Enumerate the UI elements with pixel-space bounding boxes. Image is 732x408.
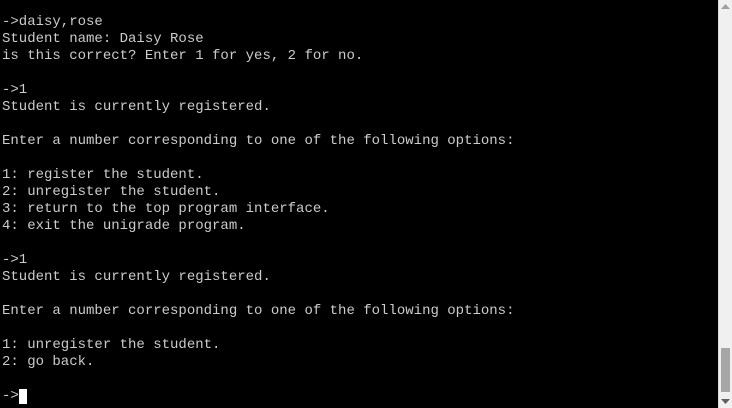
text-cursor <box>18 389 27 404</box>
scroll-down-button[interactable] <box>719 395 732 408</box>
terminal-line: ->daisy,rose <box>2 14 103 30</box>
terminal-output: ->daisy,rose Student name: Daisy Rose is… <box>2 14 714 405</box>
terminal-line: Student name: Daisy Rose <box>2 31 204 47</box>
triangle-up-icon <box>721 3 730 9</box>
command-input-line[interactable]: -> <box>2 388 714 405</box>
terminal-line: Student is currently registered. <box>2 99 271 115</box>
terminal-line: 2: unregister the student. <box>2 184 221 200</box>
terminal-window[interactable]: ->daisy,rose Student name: Daisy Rose is… <box>0 0 732 408</box>
terminal-line: ->1 <box>2 252 28 268</box>
terminal-line: Enter a number corresponding to one of t… <box>2 303 515 319</box>
terminal-line: Student is currently registered. <box>2 269 271 285</box>
terminal-line: 2: go back. <box>2 354 95 370</box>
scrollbar-thumb[interactable] <box>721 348 730 392</box>
command-prompt: -> <box>2 388 19 404</box>
terminal-line: ->1 <box>2 82 28 98</box>
terminal-line: 4: exit the unigrade program. <box>2 218 246 234</box>
scroll-up-button[interactable] <box>719 0 732 13</box>
terminal-line: 1: register the student. <box>2 167 204 183</box>
terminal-line: 1: unregister the student. <box>2 337 221 353</box>
vertical-scrollbar[interactable] <box>718 0 732 408</box>
terminal-line: Enter a number corresponding to one of t… <box>2 133 515 149</box>
terminal-line: 3: return to the top program interface. <box>2 201 330 217</box>
terminal-line: is this correct? Enter 1 for yes, 2 for … <box>2 48 364 64</box>
triangle-down-icon <box>721 398 730 404</box>
